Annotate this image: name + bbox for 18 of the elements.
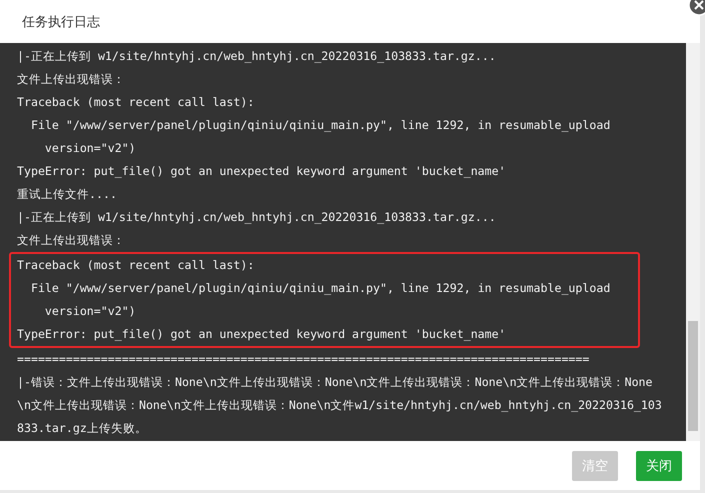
log-line: |-正在上传到 w1/site/hntyhj.cn/web_hntyhj.cn_20220316_103833.tar.gz...	[16, 48, 497, 65]
log-line: version="v2")	[44, 140, 137, 157]
log-line: Traceback (most recent call last):	[16, 94, 256, 111]
log-line: Traceback (most recent call last):	[16, 257, 256, 274]
log-line: TypeError: put_file() got an unexpected keyword argument 'bucket_name'	[16, 163, 507, 180]
log-line: |-正在上传到 w1/site/hntyhj.cn/web_hntyhj.cn_20220316_103833.tar.gz...	[16, 209, 497, 226]
log-line: 重试上传文件....	[16, 186, 118, 203]
log-line: ==================================================================================	[16, 351, 590, 368]
log-line: 文件上传出现错误：	[16, 232, 126, 249]
scrollbar[interactable]	[686, 43, 700, 441]
log-line: |-错误：文件上传出现错误：None\n文件上传出现错误：None\n文件上传出现错误：None\n文件上传出现错误：None\n文件上传出现错误：None\n文件上传出现错误：None\n文件w1/site/hntyhj.cn/web_hntyhj.cn_20220316_103833.tar.gz上传失败。	[16, 374, 662, 437]
log-line: 文件上传出现错误：	[16, 71, 126, 88]
dialog-title: 任务执行日志	[22, 14, 100, 30]
log-line: TypeError: put_file() got an unexpected keyword argument 'bucket_name'	[16, 326, 507, 343]
log-line: File "/www/server/panel/plugin/qiniu/qiniu_main.py", line 1292, in resumable_upload	[30, 280, 612, 297]
close-button[interactable]: 关闭	[636, 450, 682, 480]
log-line: version="v2")	[44, 303, 137, 320]
log-line: File "/www/server/panel/plugin/qiniu/qiniu_main.py", line 1292, in resumable_upload	[30, 117, 612, 134]
